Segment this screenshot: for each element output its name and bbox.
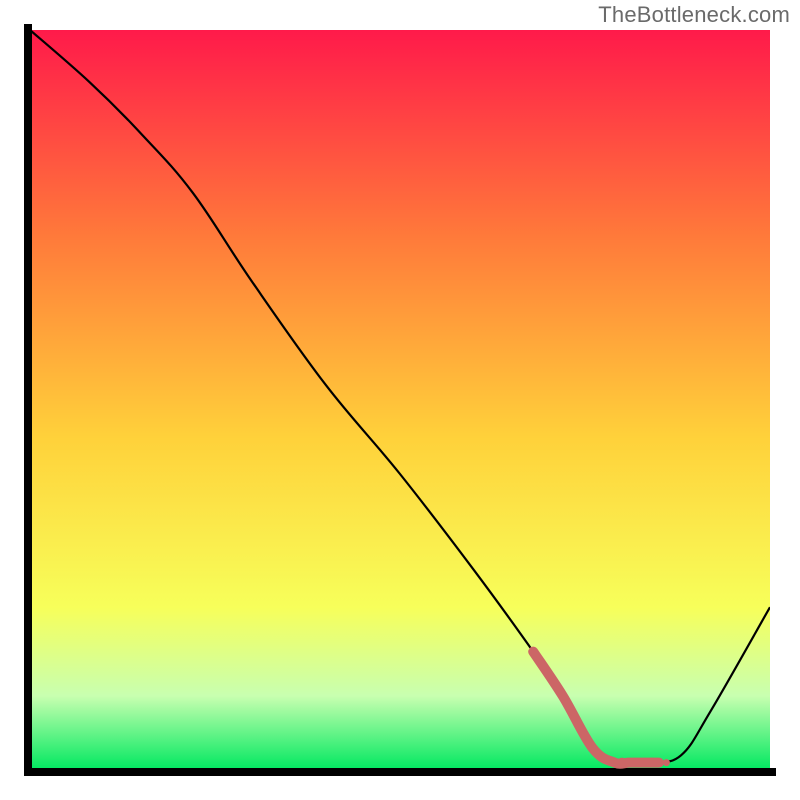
- highlight-dot: [663, 759, 670, 766]
- highlight-dot: [647, 758, 657, 768]
- axis-bottom: [24, 768, 776, 776]
- axis-left: [24, 24, 32, 776]
- highlight-dot: [633, 759, 640, 766]
- watermark-text: TheBottleneck.com: [598, 2, 790, 28]
- highlight-dot: [617, 758, 627, 768]
- chart-container: { "watermark": "TheBottleneck.com", "col…: [0, 0, 800, 800]
- bottleneck-chart: [0, 0, 800, 800]
- plot-background: [30, 30, 770, 770]
